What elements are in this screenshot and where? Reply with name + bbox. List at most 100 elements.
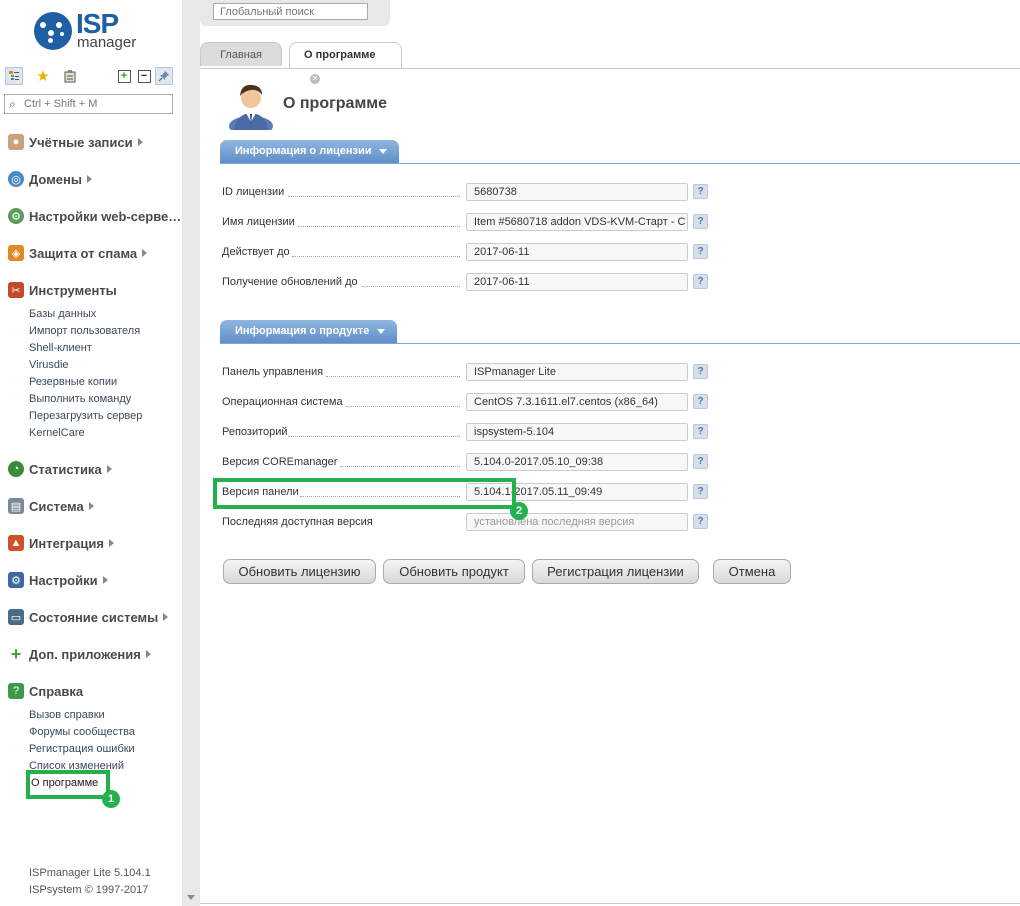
chevron-right-icon — [106, 465, 112, 473]
tab-label: Главная — [220, 49, 262, 61]
chevron-right-icon — [87, 175, 92, 183]
leader-dots — [340, 465, 460, 467]
menu-item-run-command[interactable]: Выполнить команду — [29, 393, 131, 405]
menu-group-label: Инструменты — [29, 282, 117, 298]
update-product-button[interactable]: Обновить продукт — [383, 559, 525, 584]
menu-group-statistics[interactable]: ◔ Статистика — [8, 460, 112, 478]
tab-home[interactable]: Главная — [200, 42, 282, 66]
chevron-down-icon — [379, 149, 388, 154]
field-valid-until: Действует до 2017-06-11 ? — [222, 243, 732, 263]
product-section-toggle[interactable]: Информация о продукте — [220, 320, 398, 343]
clipboard-icon[interactable] — [61, 67, 79, 85]
field-label: Версия COREmanager — [222, 456, 338, 468]
help-icon[interactable]: ? — [693, 244, 708, 259]
help-icon[interactable]: ? — [693, 424, 708, 439]
menu-group-label: Настройки — [29, 572, 98, 588]
pin-icon[interactable] — [155, 67, 173, 85]
license-name-input[interactable]: Item #5680718 addon VDS-KVM-Старт - C — [466, 213, 688, 231]
license-id-input[interactable]: 5680738 — [466, 183, 688, 201]
chevron-right-icon — [137, 138, 143, 146]
menu-group-help[interactable]: ? Справка — [8, 682, 83, 700]
menu-search-input[interactable] — [24, 96, 168, 112]
isp-manager-logo[interactable]: ISP manager — [34, 8, 154, 52]
menu-item-import-user[interactable]: Импорт пользователя — [29, 325, 140, 337]
field-label: ID лицензии — [222, 186, 285, 198]
menu-item-community-forums[interactable]: Форумы сообщества — [29, 726, 135, 738]
updates-until-input[interactable]: 2017-06-11 — [466, 273, 688, 291]
help-icon[interactable]: ? — [693, 184, 708, 199]
scroll-down-icon[interactable] — [187, 895, 195, 900]
page-title: О программе — [283, 95, 388, 112]
search-icon: ⌕ — [9, 97, 16, 111]
license-section-header[interactable]: Информация о лицензии — [220, 140, 1020, 164]
menu-item-databases[interactable]: Базы данных — [29, 308, 96, 320]
menu-search-field[interactable]: ⌕ — [4, 94, 173, 114]
menu-group-system[interactable]: ▤ Система — [8, 497, 94, 515]
help-icon[interactable]: ? — [693, 484, 708, 499]
shield-icon: ◈ — [8, 245, 24, 261]
menu-item-shell-client[interactable]: Shell-клиент — [29, 342, 92, 354]
menu-group-system-state[interactable]: ▭ Состояние системы — [8, 608, 169, 626]
menu-group-spam-protection[interactable]: ◈ Защита от спама — [8, 244, 148, 262]
tab-strip: Главная О программе ✕ — [200, 42, 1020, 85]
user-avatar-icon — [229, 84, 273, 130]
coremanager-version-input[interactable]: 5.104.0-2017.05.10_09:38 — [466, 453, 688, 471]
leader-dots — [346, 405, 460, 407]
footer-version: ISPmanager Lite 5.104.1 — [29, 867, 151, 879]
register-license-button[interactable]: Регистрация лицензии — [532, 559, 699, 584]
os-input[interactable]: CentOS 7.3.1611.el7.centos (x86_64) — [466, 393, 688, 411]
valid-until-input[interactable]: 2017-06-11 — [466, 243, 688, 261]
chevron-right-icon — [108, 539, 114, 547]
field-label: Имя лицензии — [222, 216, 295, 228]
repository-input[interactable]: ispsystem-5.104 — [466, 423, 688, 441]
collapse-all-icon[interactable]: − — [135, 67, 153, 85]
update-license-button[interactable]: Обновить лицензию — [223, 559, 376, 584]
help-icon[interactable]: ? — [693, 214, 708, 229]
tab-about[interactable]: О программе ✕ — [289, 42, 402, 85]
annotation-badge-1: 1 — [102, 790, 120, 808]
control-panel-input[interactable]: ISPmanager Lite — [466, 363, 688, 381]
menu-group-extra-apps[interactable]: + Доп. приложения — [8, 644, 151, 664]
product-section-header[interactable]: Информация о продукте — [220, 320, 1020, 344]
section-title: Информация о лицензии — [235, 145, 372, 157]
cancel-button[interactable]: Отмена — [713, 559, 791, 584]
help-icon[interactable]: ? — [693, 514, 708, 529]
help-icon[interactable]: ? — [693, 364, 708, 379]
menu-group-settings[interactable]: ⚙ Настройки — [8, 571, 108, 589]
menu-item-backups[interactable]: Резервные копии — [29, 376, 117, 388]
menu-item-kernelcare[interactable]: KernelCare — [29, 427, 85, 439]
menu-item-virusdie[interactable]: Virusdie — [29, 359, 69, 371]
chevron-right-icon — [142, 249, 148, 257]
menu-item-report-bug[interactable]: Регистрация ошибки — [29, 743, 135, 755]
latest-version-input[interactable]: установлена последняя версия — [466, 513, 688, 531]
menu-group-accounts[interactable]: ● Учётные записи — [8, 133, 143, 151]
expand-all-icon[interactable]: + — [115, 67, 133, 85]
menu-group-label: Система — [29, 498, 84, 514]
menu-group-label: Домены — [29, 171, 82, 187]
chevron-right-icon — [102, 576, 108, 584]
menu-group-label: Защита от спама — [29, 245, 138, 261]
help-icon[interactable]: ? — [693, 394, 708, 409]
leader-dots — [288, 195, 460, 197]
favorites-star-icon[interactable]: ★ — [34, 67, 52, 85]
field-label: Последняя доступная версия — [222, 516, 373, 528]
monitor-icon: ▭ — [8, 609, 24, 625]
menu-item-reboot-server[interactable]: Перезагрузить сервер — [29, 410, 142, 422]
sidebar-scrollbar[interactable] — [182, 0, 200, 906]
menu-group-web-settings[interactable]: ⚙ Настройки web-серве… — [8, 207, 192, 225]
field-label: Действует до — [222, 246, 290, 258]
tree-view-icon[interactable] — [5, 67, 23, 85]
license-section-toggle[interactable]: Информация о лицензии — [220, 140, 400, 163]
close-tab-icon[interactable]: ✕ — [310, 74, 320, 85]
field-license-id: ID лицензии 5680738 ? — [222, 183, 732, 203]
menu-group-domains[interactable]: ◎ Домены — [8, 170, 92, 188]
global-search-input[interactable] — [213, 3, 368, 20]
menu-group-tools[interactable]: ✂ Инструменты — [8, 281, 117, 299]
menu-group-integration[interactable]: ▲ Интеграция — [8, 534, 114, 552]
leader-dots — [298, 225, 460, 227]
help-icon[interactable]: ? — [693, 454, 708, 469]
menu-item-call-help[interactable]: Вызов справки — [29, 709, 105, 721]
menu-group-label: Статистика — [29, 461, 102, 477]
menu-group-label: Справка — [29, 683, 84, 699]
help-icon[interactable]: ? — [693, 274, 708, 289]
